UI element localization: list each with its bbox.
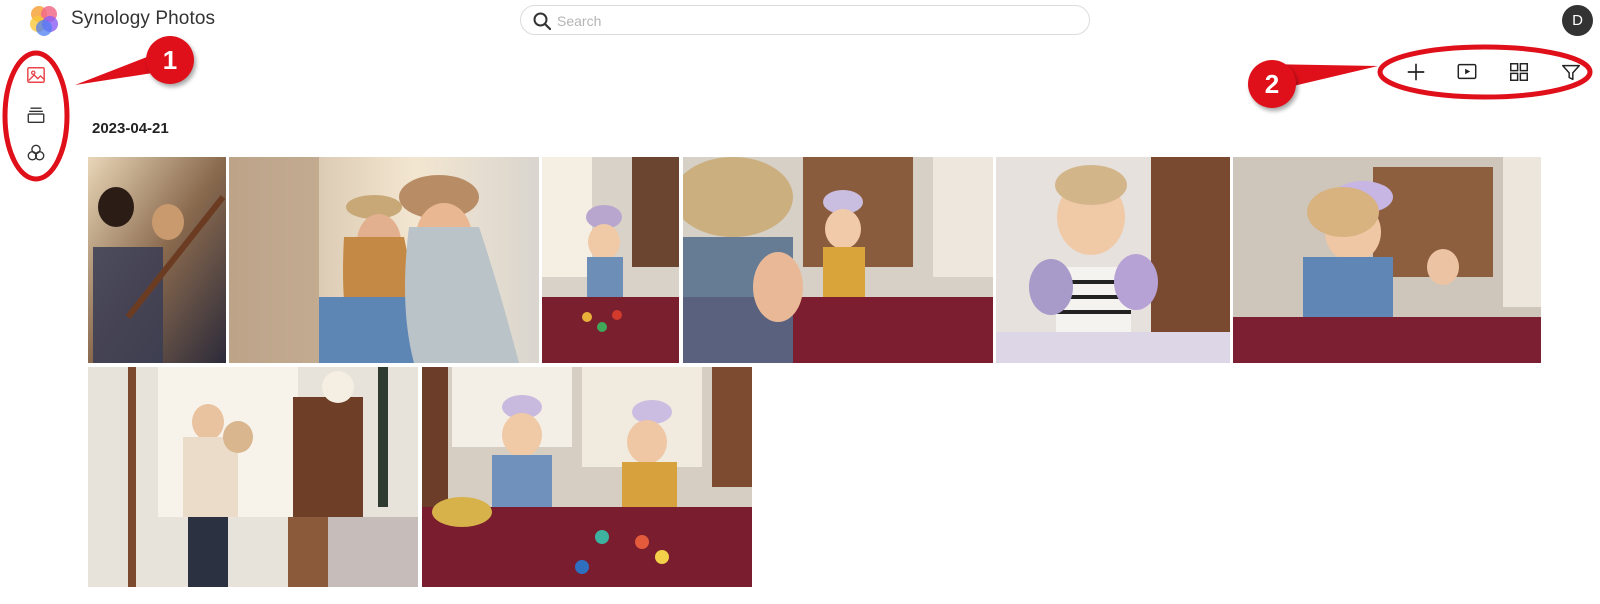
user-avatar[interactable]: D bbox=[1562, 5, 1593, 36]
nav-shared-space-icon[interactable] bbox=[23, 140, 49, 166]
grid-view-icon[interactable] bbox=[1505, 58, 1533, 86]
app-title: Synology Photos bbox=[71, 8, 216, 29]
annotation-badge-1: 1 bbox=[146, 36, 194, 84]
date-heading: 2023-04-21 bbox=[92, 120, 169, 137]
photo-thumbnail[interactable] bbox=[996, 157, 1230, 363]
search-icon bbox=[532, 11, 552, 31]
photo-thumbnail[interactable] bbox=[88, 367, 418, 587]
nav-albums-icon[interactable] bbox=[23, 102, 49, 128]
add-icon[interactable] bbox=[1402, 58, 1430, 86]
filter-icon[interactable] bbox=[1557, 58, 1585, 86]
search-input[interactable] bbox=[557, 10, 1077, 32]
annotation-badge-2: 2 bbox=[1248, 60, 1296, 108]
photo-thumbnail[interactable] bbox=[1233, 157, 1541, 363]
photo-thumbnail[interactable] bbox=[542, 157, 679, 363]
slideshow-icon[interactable] bbox=[1453, 58, 1481, 86]
photo-thumbnail[interactable] bbox=[229, 157, 539, 363]
photo-thumbnail[interactable] bbox=[683, 157, 993, 363]
app-logo bbox=[26, 2, 62, 38]
nav-photos-icon[interactable] bbox=[23, 62, 49, 88]
search-bar[interactable] bbox=[520, 5, 1090, 35]
photo-thumbnail[interactable] bbox=[88, 157, 226, 363]
photo-thumbnail[interactable] bbox=[422, 367, 752, 587]
